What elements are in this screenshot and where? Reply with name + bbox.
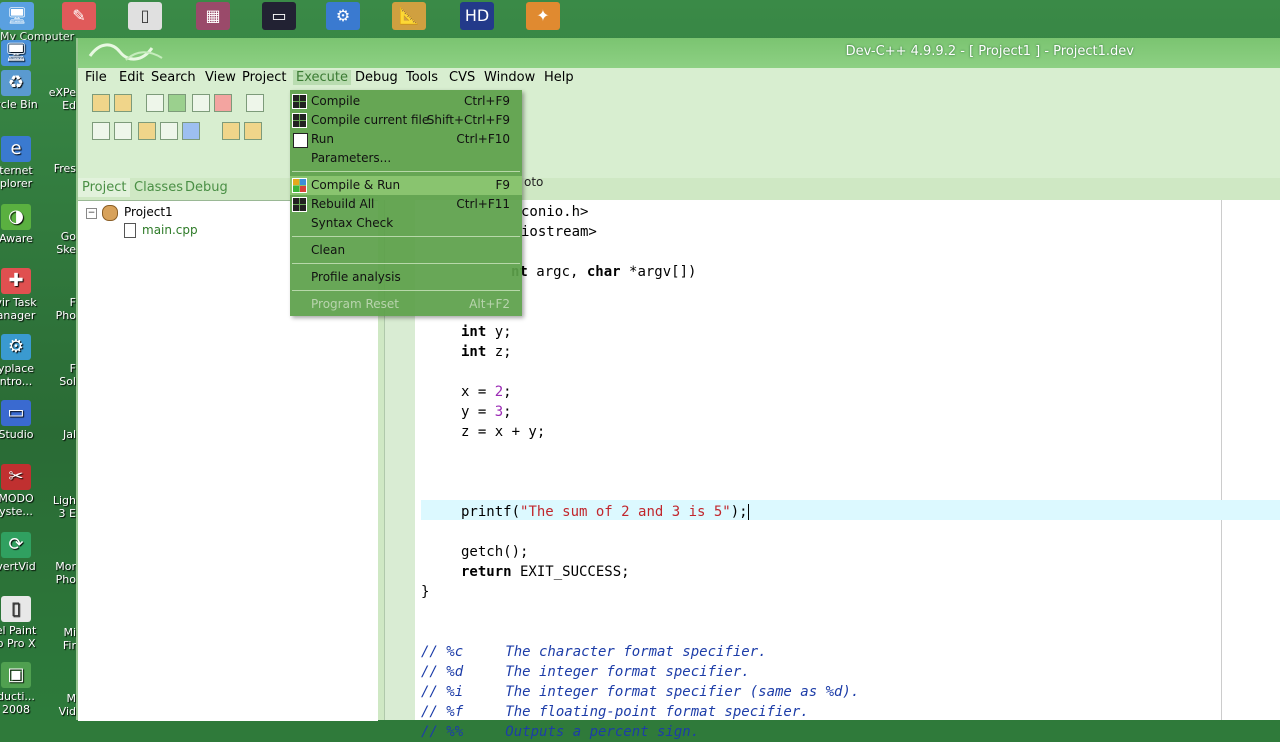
title-bar[interactable]: Dev-C++ 4.9.9.2 - [ Project1 ] - Project…	[78, 38, 1280, 68]
grid-icon	[292, 197, 307, 212]
code-line-y-assign: y = 3;	[461, 404, 512, 420]
run-icon[interactable]	[114, 122, 132, 140]
menu-separator	[292, 290, 520, 291]
menu-edit[interactable]: Edit	[116, 70, 147, 85]
code-line-int-y: int y;	[461, 324, 512, 340]
code-comment-f: // %f The floating-point format specifie…	[421, 704, 809, 720]
code-line-int-z: int z;	[461, 344, 512, 360]
code-line-include-iostream: iostream>	[521, 224, 597, 240]
menu-item-program-reset: Program Reset Alt+F2	[311, 297, 510, 311]
menu-search[interactable]: Search	[148, 70, 199, 85]
code-line-include-conio: conio.h>	[521, 204, 589, 220]
code-line-close-brace: }	[421, 584, 430, 600]
ruler-icon[interactable]: 📐	[392, 2, 426, 30]
toolbar-area: oto ▼	[78, 88, 1280, 221]
close-project-icon[interactable]	[114, 94, 132, 112]
devcpp-window: Dev-C++ 4.9.9.2 - [ Project1 ] - Project…	[76, 38, 1280, 740]
project-icon	[102, 205, 118, 221]
code-line-getch: getch();	[461, 544, 529, 560]
menu-window[interactable]: Window	[481, 70, 538, 85]
grid-icon	[292, 94, 307, 109]
menu-cvs[interactable]: CVS	[446, 70, 478, 85]
debug-icon[interactable]	[182, 122, 200, 140]
code-comment-d: // %d The integer format specifier.	[421, 664, 750, 680]
color-grid-icon	[292, 178, 307, 193]
m-vid-label: M Vid	[58, 692, 76, 718]
code-comment-i: // %i The integer format specifier (same…	[421, 684, 860, 700]
menu-item-compile-current-file[interactable]: Compile current file Shift+Ctrl+F9	[290, 111, 522, 130]
window-icon	[293, 133, 308, 148]
terminal-icon[interactable]: ▭	[262, 2, 296, 30]
file-icon	[124, 223, 136, 238]
document-icon[interactable]: ▯	[128, 2, 162, 30]
tree-item-main-cpp[interactable]: main.cpp	[142, 223, 198, 237]
mi-fir-label: Mi Fir	[62, 626, 76, 652]
menu-execute[interactable]: Execute	[293, 70, 351, 85]
goto-button[interactable]: oto	[524, 172, 568, 192]
menu-item-profile-analysis[interactable]: Profile analysis	[290, 268, 522, 287]
hd-icon[interactable]: HD	[460, 2, 494, 30]
new-file-icon[interactable]	[146, 94, 164, 112]
close-file-icon[interactable]	[214, 94, 232, 112]
compile-icon[interactable]	[92, 122, 110, 140]
tree-expander[interactable]: −	[86, 208, 97, 219]
menu-bar: File Edit Search View Project Execute De…	[78, 68, 1280, 88]
devcpp-logo	[88, 43, 163, 61]
menu-item-clean[interactable]: Clean	[290, 241, 522, 260]
code-line-return: return EXIT_SUCCESS;	[461, 564, 630, 580]
code-comment-percent: // %% Outputs a percent sign.	[421, 724, 700, 740]
tab-debug[interactable]: Debug	[181, 178, 232, 197]
print-icon[interactable]	[246, 94, 264, 112]
code-line-printf: printf("The sum of 2 and 3 is 5");	[461, 504, 749, 520]
text-caret	[747, 504, 749, 520]
code-line-main-signature: nt argc, char *argv[])	[511, 264, 697, 280]
help-icon[interactable]	[222, 122, 240, 140]
save-all-icon[interactable]	[192, 94, 210, 112]
menu-file[interactable]: File	[82, 70, 110, 85]
mor-pho-label: Mor Pho	[55, 560, 76, 586]
menu-item-compile-run[interactable]: Compile & Run F9	[290, 176, 522, 195]
menu-separator	[292, 263, 520, 264]
fres-label: Fres	[53, 162, 76, 175]
color-app-icon[interactable]: ✦	[526, 2, 560, 30]
settings-icon[interactable]: ⚙	[326, 2, 360, 30]
go-ske-label: Go Ske	[56, 230, 76, 256]
app-icon[interactable]: ▦	[196, 2, 230, 30]
my-computer-icon[interactable]: 🖥	[0, 2, 34, 30]
expert-icon[interactable]: ✎	[62, 2, 96, 30]
save-icon[interactable]	[168, 94, 186, 112]
menu-item-syntax-check[interactable]: Syntax Check	[290, 214, 522, 233]
ligh-label: Ligh 3 E	[52, 494, 76, 520]
code-line-z-assign: z = x + y;	[461, 424, 546, 440]
menu-separator	[292, 236, 520, 237]
compile-run-icon[interactable]	[138, 122, 156, 140]
code-comment-c: // %c The character format specifier.	[421, 644, 767, 660]
right-margin-line	[1221, 200, 1222, 720]
menu-item-run[interactable]: Run Ctrl+F10	[290, 130, 522, 149]
about-icon[interactable]	[244, 122, 262, 140]
menu-view[interactable]: View	[202, 70, 239, 85]
menu-tools[interactable]: Tools	[403, 70, 441, 85]
expe-ed-label: eXPe Ed	[48, 86, 76, 112]
execute-menu: Compile Ctrl+F9 Compile current file Shi…	[290, 90, 522, 316]
f-sol-label: F Sol	[59, 362, 76, 388]
grid-icon	[292, 113, 307, 128]
rebuild-icon[interactable]	[160, 122, 178, 140]
desktop-icon-0[interactable]: 🖥	[0, 40, 52, 68]
tab-classes[interactable]: Classes	[130, 178, 187, 197]
menu-separator	[292, 171, 520, 172]
menu-item-compile[interactable]: Compile Ctrl+F9	[290, 92, 522, 111]
f-pho-label: F Pho	[55, 296, 76, 322]
menu-item-rebuild-all[interactable]: Rebuild All Ctrl+F11	[290, 195, 522, 214]
tree-item-project1[interactable]: Project1	[124, 205, 173, 219]
menu-item-parameters[interactable]: Parameters...	[290, 149, 522, 168]
jal-label: Jal	[62, 428, 76, 441]
tab-project[interactable]: Project	[78, 178, 131, 197]
menu-help[interactable]: Help	[541, 70, 577, 85]
code-line-x-assign: x = 2;	[461, 384, 512, 400]
open-project-icon[interactable]	[92, 94, 110, 112]
window-title: Dev-C++ 4.9.9.2 - [ Project1 ] - Project…	[845, 44, 1134, 59]
menu-project[interactable]: Project	[239, 70, 289, 85]
menu-debug[interactable]: Debug	[352, 70, 401, 85]
